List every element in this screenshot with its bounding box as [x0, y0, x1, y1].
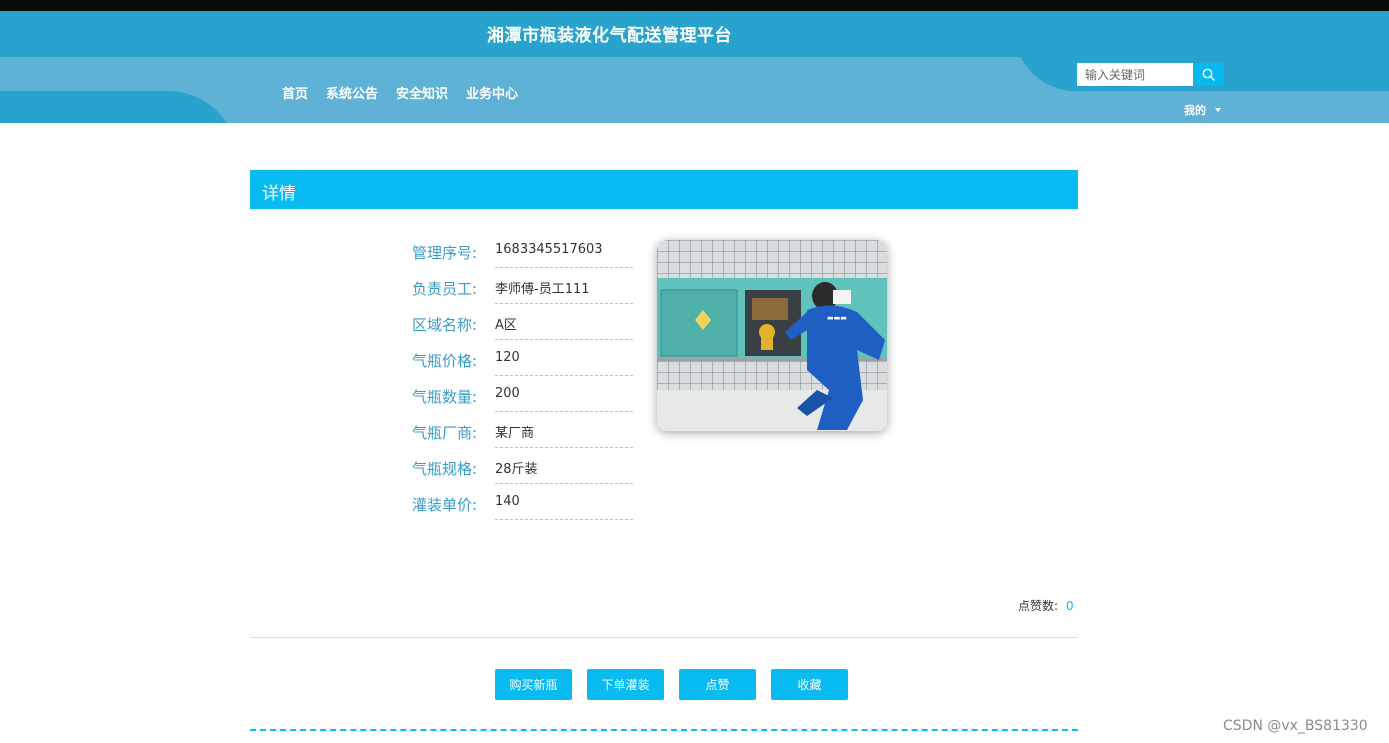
field-label: 灌装单价: — [411, 496, 477, 514]
field-value: 28斤装 — [495, 457, 633, 484]
dashed-divider — [250, 729, 1078, 731]
likes-count: 0 — [1066, 599, 1074, 613]
field-value: A区 — [495, 313, 633, 340]
field-value: 1683345517603 — [495, 241, 633, 268]
field-row-manufacturer: 气瓶厂商: 某厂商 — [395, 416, 635, 452]
field-value: 某厂商 — [495, 421, 633, 448]
field-value: 李师傅-员工111 — [495, 277, 633, 304]
caret-down-icon — [1215, 108, 1221, 112]
nav-business-center[interactable]: 业务中心 — [466, 83, 518, 102]
field-label: 气瓶规格: — [411, 460, 477, 478]
field-row-area: 区域名称: A区 — [395, 308, 635, 344]
detail-fields: 管理序号: 1683345517603 负责员工: 李师傅-员工111 区域名称… — [395, 236, 635, 524]
detail-section-title: 详情 — [262, 184, 296, 204]
nav-safety-knowledge[interactable]: 安全知识 — [396, 83, 448, 102]
field-label: 气瓶数量: — [411, 388, 477, 406]
like-button[interactable]: 点赞 — [679, 669, 756, 700]
field-label: 区域名称: — [411, 316, 477, 334]
product-photo: ▬▬▬ — [657, 240, 887, 431]
field-label: 气瓶厂商: — [411, 424, 477, 442]
favorite-button[interactable]: 收藏 — [771, 669, 848, 700]
svg-text:▬▬▬: ▬▬▬ — [827, 314, 847, 322]
field-row-staff: 负责员工: 李师傅-员工111 — [395, 272, 635, 308]
worker-photo-illustration: ▬▬▬ — [657, 240, 887, 431]
likes-label: 点赞数: — [1018, 599, 1059, 613]
action-buttons: 购买新瓶 下单灌装 点赞 收藏 — [495, 669, 848, 700]
search-button[interactable] — [1193, 63, 1224, 86]
nav-home[interactable]: 首页 — [282, 83, 308, 102]
field-row-cylinder-quantity: 气瓶数量: 200 — [395, 380, 635, 416]
field-label: 管理序号: — [411, 244, 477, 262]
field-value: 200 — [495, 385, 633, 412]
nav-announcements[interactable]: 系统公告 — [326, 83, 378, 102]
order-fill-button[interactable]: 下单灌装 — [587, 669, 664, 700]
search-icon — [1202, 68, 1215, 81]
main-nav: 首页 系统公告 安全知识 业务中心 — [282, 83, 518, 102]
my-account-menu[interactable]: 我的 — [1184, 102, 1221, 118]
site-title: 湘潭市瓶装液化气配送管理平台 — [487, 26, 732, 46]
field-label: 负责员工: — [411, 280, 477, 298]
search-input[interactable] — [1077, 63, 1193, 86]
header-wave-left — [0, 91, 238, 123]
my-account-label: 我的 — [1184, 104, 1206, 117]
field-value: 120 — [495, 349, 633, 376]
field-row-fill-unit-price: 灌装单价: 140 — [395, 488, 635, 524]
csdn-watermark: CSDN @vx_BS81330 — [1223, 718, 1368, 734]
field-row-spec: 气瓶规格: 28斤装 — [395, 452, 635, 488]
window-top-strip — [0, 0, 1389, 11]
field-value: 140 — [495, 493, 633, 520]
field-label: 气瓶价格: — [411, 352, 477, 370]
detail-section-header: 详情 — [250, 170, 1078, 209]
buy-new-cylinder-button[interactable]: 购买新瓶 — [495, 669, 572, 700]
field-row-management-no: 管理序号: 1683345517603 — [395, 236, 635, 272]
section-divider — [250, 637, 1078, 638]
likes-summary: 点赞数: 0 — [1018, 597, 1074, 614]
field-row-cylinder-price: 气瓶价格: 120 — [395, 344, 635, 380]
site-header: 湘潭市瓶装液化气配送管理平台 首页 系统公告 安全知识 业务中心 我的 — [0, 11, 1389, 123]
